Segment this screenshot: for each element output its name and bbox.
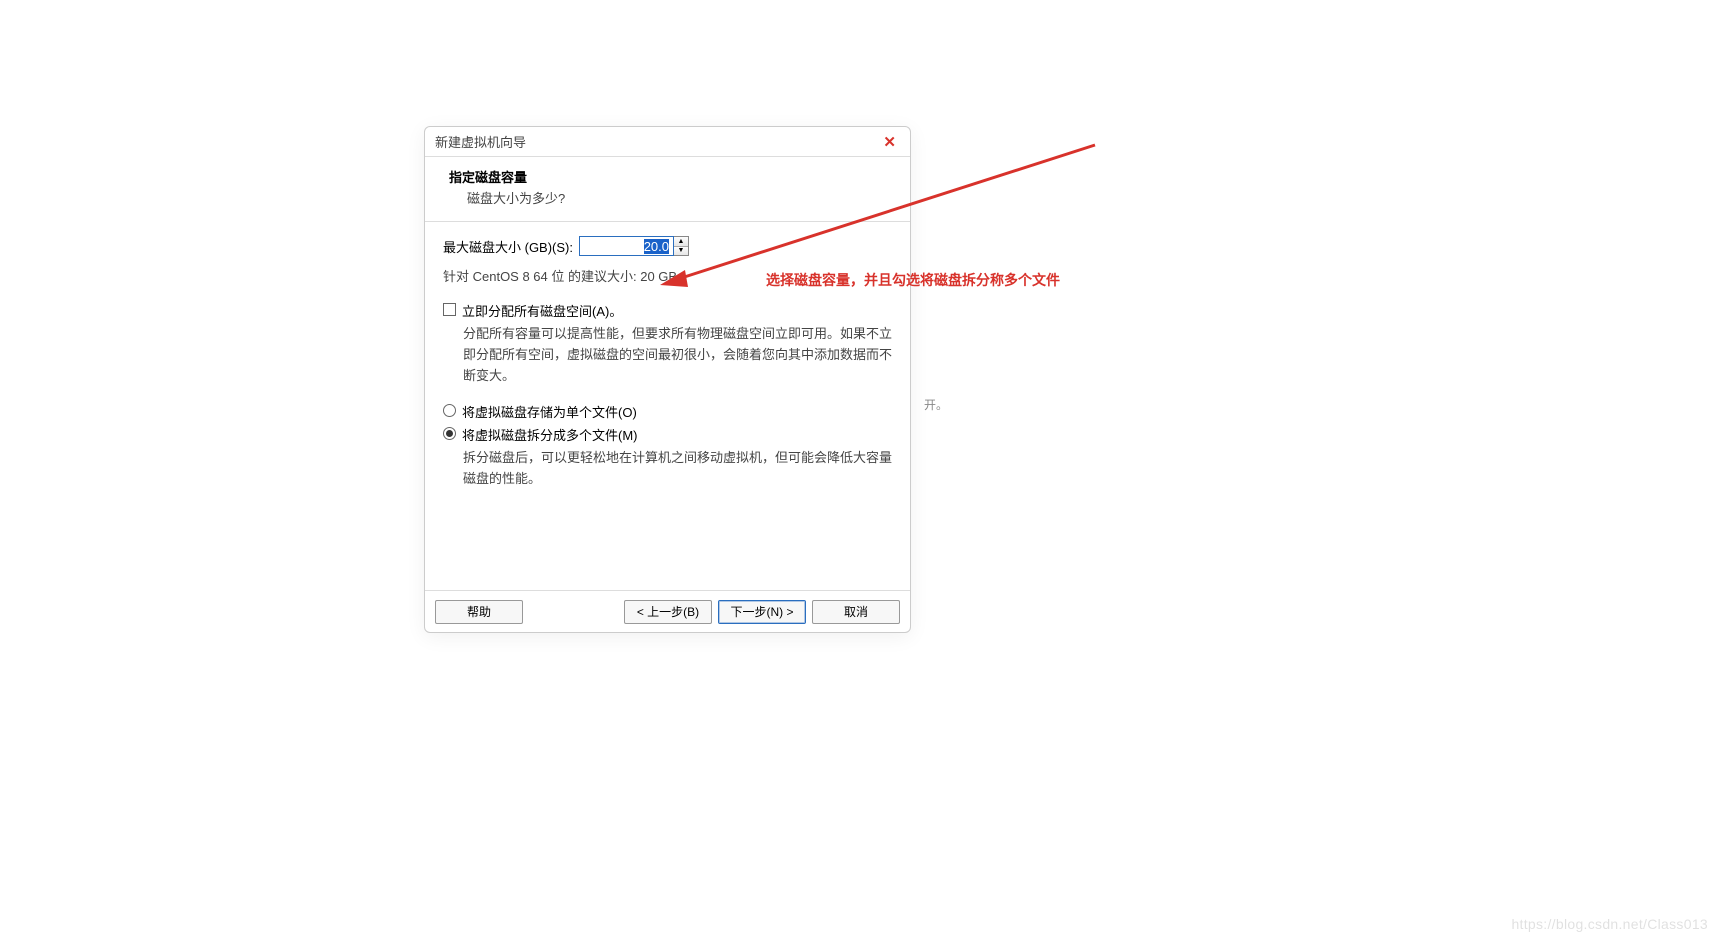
max-disk-size-spinner: ▲ ▼ (579, 236, 689, 256)
back-button[interactable]: < 上一步(B) (624, 600, 712, 624)
annotation-text: 选择磁盘容量，并且勾选将磁盘拆分称多个文件 (766, 270, 1060, 290)
allocate-now-label: 立即分配所有磁盘空间(A)。 (462, 301, 622, 320)
spinner-down-button[interactable]: ▼ (674, 246, 688, 256)
new-vm-wizard-dialog: 新建虚拟机向导 ✕ 指定磁盘容量 磁盘大小为多少? 最大磁盘大小 (GB)(S)… (424, 126, 911, 633)
page-heading: 指定磁盘容量 (439, 167, 896, 186)
spinner-buttons: ▲ ▼ (674, 236, 689, 256)
next-button[interactable]: 下一步(N) > (718, 600, 806, 624)
split-file-radio[interactable] (443, 427, 456, 440)
watermark-text: https://blog.csdn.net/Class013 (1511, 916, 1708, 932)
close-icon[interactable]: ✕ (879, 133, 900, 151)
split-file-description: 拆分磁盘后，可以更轻松地在计算机之间移动虚拟机，但可能会降低大容量磁盘的性能。 (463, 448, 892, 490)
allocate-now-description: 分配所有容量可以提高性能，但要求所有物理磁盘空间立即可用。如果不立即分配所有空间… (463, 324, 892, 386)
cancel-button[interactable]: 取消 (812, 600, 900, 624)
split-file-row: 将虚拟磁盘拆分成多个文件(M) (443, 425, 892, 444)
help-button[interactable]: 帮助 (435, 600, 523, 624)
wizard-header: 指定磁盘容量 磁盘大小为多少? (425, 157, 910, 222)
background-stray-text: 开。 (924, 396, 948, 413)
titlebar: 新建虚拟机向导 ✕ (425, 127, 910, 157)
single-file-row: 将虚拟磁盘存储为单个文件(O) (443, 402, 892, 421)
page-subheading: 磁盘大小为多少? (439, 188, 896, 207)
max-disk-size-label: 最大磁盘大小 (GB)(S): (443, 237, 573, 256)
single-file-label: 将虚拟磁盘存储为单个文件(O) (462, 402, 637, 421)
max-disk-size-row: 最大磁盘大小 (GB)(S): ▲ ▼ (443, 236, 892, 256)
max-disk-size-input[interactable] (579, 236, 674, 256)
store-option-group: 将虚拟磁盘存储为单个文件(O) 将虚拟磁盘拆分成多个文件(M) 拆分磁盘后，可以… (443, 402, 892, 490)
single-file-radio[interactable] (443, 404, 456, 417)
window-title: 新建虚拟机向导 (435, 132, 879, 151)
wizard-footer: 帮助 < 上一步(B) 下一步(N) > 取消 (425, 590, 910, 632)
split-file-label: 将虚拟磁盘拆分成多个文件(M) (462, 425, 638, 444)
allocate-now-checkbox[interactable] (443, 303, 456, 316)
allocate-now-row: 立即分配所有磁盘空间(A)。 (443, 301, 892, 320)
spinner-up-button[interactable]: ▲ (674, 237, 688, 246)
